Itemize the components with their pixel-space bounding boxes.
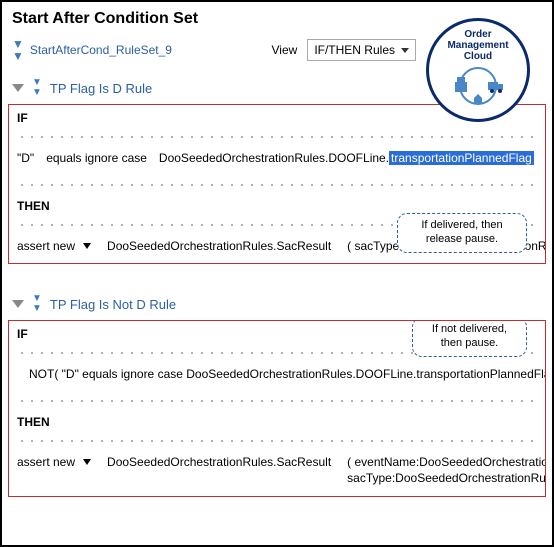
assert-label: assert new <box>17 455 75 469</box>
expand-all-icon[interactable]: ▼▼ <box>12 38 24 62</box>
view-select[interactable]: IF/THEN Rules <box>307 39 416 61</box>
rule2-condition: NOT( "D" equals ignore case DooSeededOrc… <box>17 367 537 381</box>
rule2-box: If not delivered, then pause. IF NOT( "D… <box>8 320 546 497</box>
dotted-separator <box>17 433 537 443</box>
chevron-down-icon <box>401 48 409 53</box>
assert-dropdown-icon[interactable] <box>83 459 91 465</box>
assert-dropdown-icon[interactable] <box>83 243 91 249</box>
cond-qualifier: DooSeededOrchestrationRules.DOOFLine. <box>159 151 389 165</box>
collapse-icon[interactable] <box>12 300 24 308</box>
assert-target: DooSeededOrchestrationRules.SacResult <box>107 239 331 253</box>
then-keyword: THEN <box>17 199 537 213</box>
dotted-separator <box>17 177 537 187</box>
rule1-condition: "D" equals ignore case DooSeededOrchestr… <box>17 151 537 165</box>
ruleset-name[interactable]: StartAfterCond_RuleSet_9 <box>30 43 172 57</box>
view-value: IF/THEN Rules <box>314 43 395 57</box>
cond-op: equals ignore case <box>46 151 147 165</box>
assert-args2: sacType:DooSeededOrchestrationRule <box>347 471 546 485</box>
cond-left: "D" <box>17 151 34 165</box>
expand-icon[interactable]: ▼▼ <box>32 294 42 314</box>
rule2-title[interactable]: TP Flag Is Not D Rule <box>50 297 176 312</box>
collapse-icon[interactable] <box>12 84 24 92</box>
expand-icon[interactable]: ▼▼ <box>32 78 42 98</box>
brand-badge: Order Management Cloud <box>426 18 530 122</box>
assert-label: assert new <box>17 239 75 253</box>
rule1-box: IF "D" equals ignore case DooSeededOrche… <box>8 104 546 264</box>
badge-line3: Cloud <box>464 51 492 62</box>
assert-args1: ( eventName:DooSeededOrchestration <box>347 455 546 469</box>
badge-graphic-icon <box>448 64 508 108</box>
cond-field-highlighted[interactable]: transportationPlannedFlag <box>389 151 534 165</box>
rule2-action: assert new DooSeededOrchestrationRules.S… <box>17 455 537 486</box>
dotted-separator <box>17 393 537 403</box>
badge-line2: Management <box>447 40 508 51</box>
then-keyword: THEN <box>17 415 537 429</box>
rule2-header: ▼▼ TP Flag Is Not D Rule <box>2 284 552 320</box>
rule2-callout: If not delivered, then pause. <box>412 320 527 357</box>
rule1-callout: If delivered, then release pause. <box>397 213 527 253</box>
cond-line-text: NOT( "D" equals ignore case DooSeededOrc… <box>29 367 546 381</box>
badge-line1: Order <box>464 29 491 40</box>
view-label: View <box>272 43 298 57</box>
dotted-separator <box>17 129 537 139</box>
assert-target: DooSeededOrchestrationRules.SacResult <box>107 455 331 469</box>
rule1-title[interactable]: TP Flag Is D Rule <box>50 81 152 96</box>
